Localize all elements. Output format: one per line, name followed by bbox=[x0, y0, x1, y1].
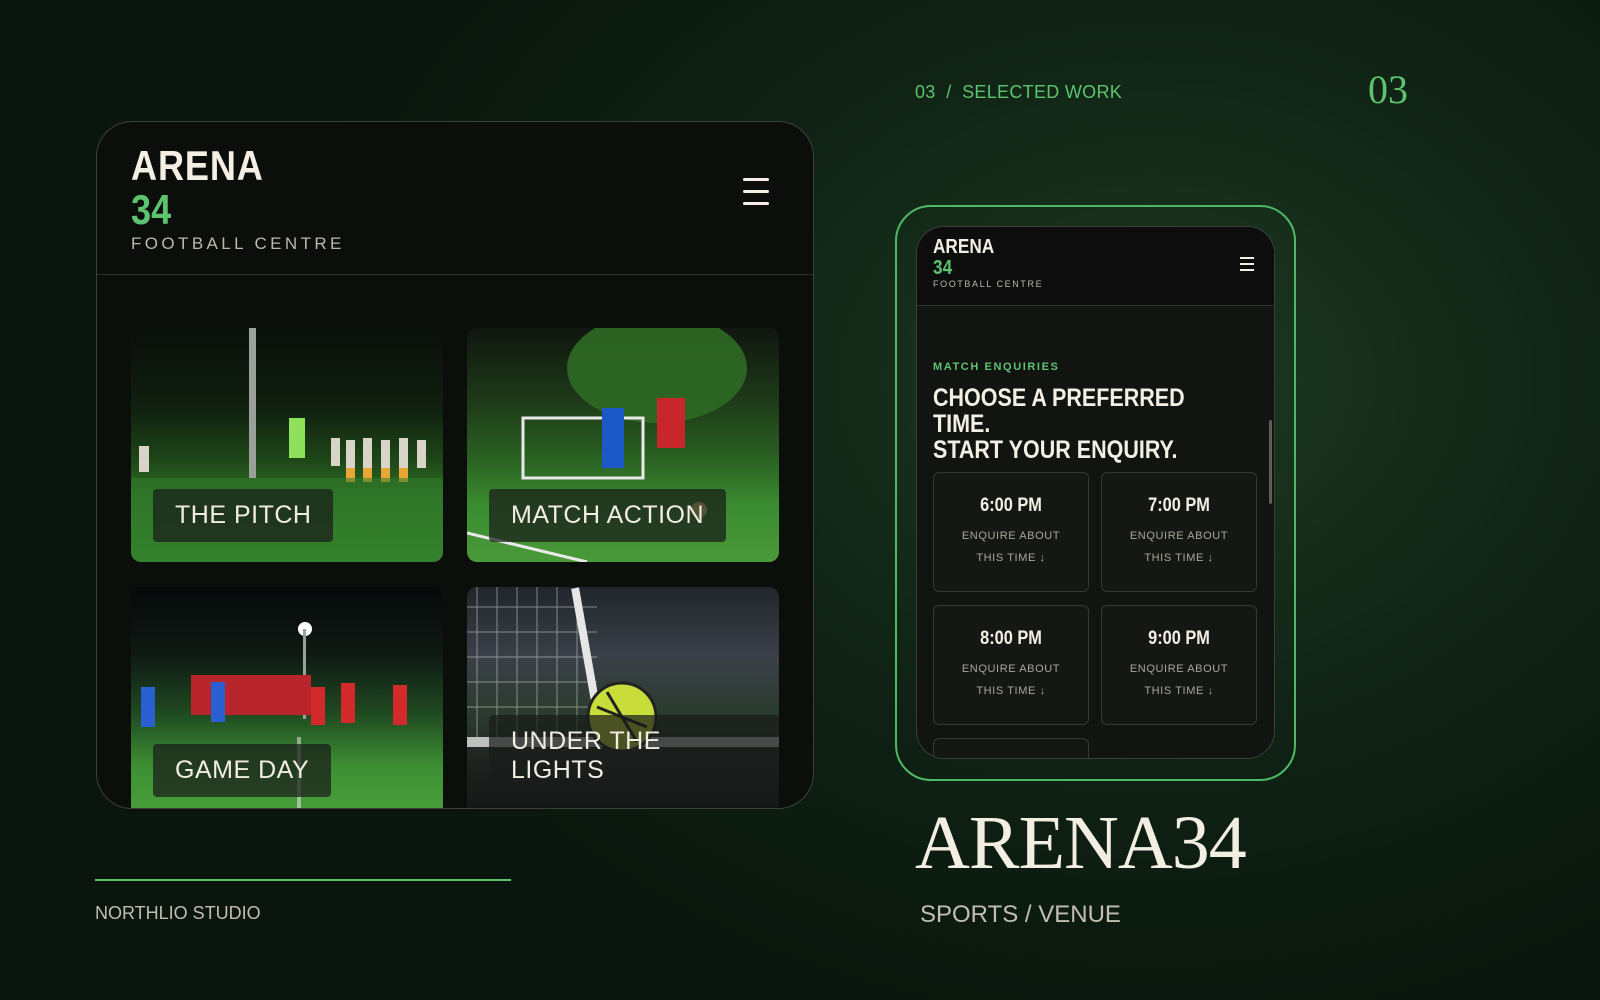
logo-word-arena: ARENA bbox=[933, 236, 995, 258]
slot-time: 7:00 PM bbox=[1148, 495, 1210, 516]
time-slot-card[interactable]: 9:00 PM ENQUIRE ABOUT THIS TIME ↓ bbox=[1101, 605, 1257, 725]
section-kicker: MATCH ENQUIRIES bbox=[933, 361, 1060, 373]
gallery-tile-game-day[interactable]: GAME DAY bbox=[131, 587, 443, 808]
phone-scrollbar[interactable] bbox=[1269, 420, 1272, 504]
tile-label: THE PITCH bbox=[153, 489, 334, 542]
slot-cta: ENQUIRE ABOUT THIS TIME ↓ bbox=[1129, 663, 1229, 697]
studio-name: NORTHLIO STUDIO bbox=[95, 903, 261, 923]
logo-tagline: FOOTBALL CENTRE bbox=[933, 279, 1044, 289]
logo-number: 34 bbox=[131, 186, 172, 233]
section-title: CHOOSE A PREFERRED TIME. START YOUR ENQU… bbox=[933, 385, 1208, 463]
phone-logo[interactable]: ARENA 34 FOOTBALL CENTRE bbox=[933, 236, 1044, 290]
logo-tagline: FOOTBALL CENTRE bbox=[131, 234, 345, 253]
gallery-tile-the-pitch[interactable]: THE PITCH bbox=[131, 328, 443, 562]
time-slot-card[interactable]: 6:00 PM ENQUIRE ABOUT THIS TIME ↓ bbox=[933, 472, 1089, 592]
logo-number: 34 bbox=[933, 257, 953, 279]
phone-mockup: ARENA 34 FOOTBALL CENTRE MATCH ENQUIRIES… bbox=[916, 226, 1275, 759]
slot-cta: ENQUIRE ABOUT THIS TIME ↓ bbox=[1129, 530, 1229, 564]
project-category: SPORTS / VENUE bbox=[920, 901, 1121, 928]
gallery-tile-under-the-lights[interactable]: UNDER THE LIGHTS bbox=[467, 587, 779, 808]
time-slot-card[interactable]: 8:00 PM ENQUIRE ABOUT THIS TIME ↓ bbox=[933, 605, 1089, 725]
hamburger-menu-icon[interactable] bbox=[1240, 257, 1254, 271]
tile-label: MATCH ACTION bbox=[489, 489, 727, 542]
title-line-2: START YOUR ENQUIRY. bbox=[933, 436, 1178, 464]
logo-word-arena: ARENA bbox=[131, 142, 264, 189]
tile-label: UNDER THE LIGHTS bbox=[489, 715, 779, 797]
time-slot-card-partial[interactable] bbox=[933, 738, 1089, 758]
phone-header: ARENA 34 FOOTBALL CENTRE bbox=[917, 227, 1274, 306]
slot-cta: ENQUIRE ABOUT THIS TIME ↓ bbox=[961, 530, 1061, 564]
slot-time: 8:00 PM bbox=[980, 628, 1042, 649]
slot-cta: ENQUIRE ABOUT THIS TIME ↓ bbox=[961, 663, 1061, 697]
slot-time: 9:00 PM bbox=[1148, 628, 1210, 649]
tablet-mockup: ARENA 34 FOOTBALL CENTRE THE PITCH MATCH… bbox=[96, 121, 814, 809]
accent-rule bbox=[95, 879, 511, 881]
gallery-tile-match-action[interactable]: MATCH ACTION bbox=[467, 328, 779, 562]
tile-label: GAME DAY bbox=[153, 744, 332, 797]
site-header: ARENA 34 FOOTBALL CENTRE bbox=[97, 122, 813, 275]
time-slot-card[interactable]: 7:00 PM ENQUIRE ABOUT THIS TIME ↓ bbox=[1101, 472, 1257, 592]
section-eyebrow: 03 / SELECTED WORK bbox=[915, 82, 1123, 102]
title-line-1: CHOOSE A PREFERRED TIME. bbox=[933, 384, 1185, 438]
page-number: 03 bbox=[1368, 67, 1408, 112]
slot-time: 6:00 PM bbox=[980, 495, 1042, 516]
hamburger-menu-icon[interactable] bbox=[743, 178, 769, 206]
site-logo[interactable]: ARENA 34 FOOTBALL CENTRE bbox=[131, 144, 345, 254]
project-title: ARENA34 bbox=[915, 801, 1247, 885]
